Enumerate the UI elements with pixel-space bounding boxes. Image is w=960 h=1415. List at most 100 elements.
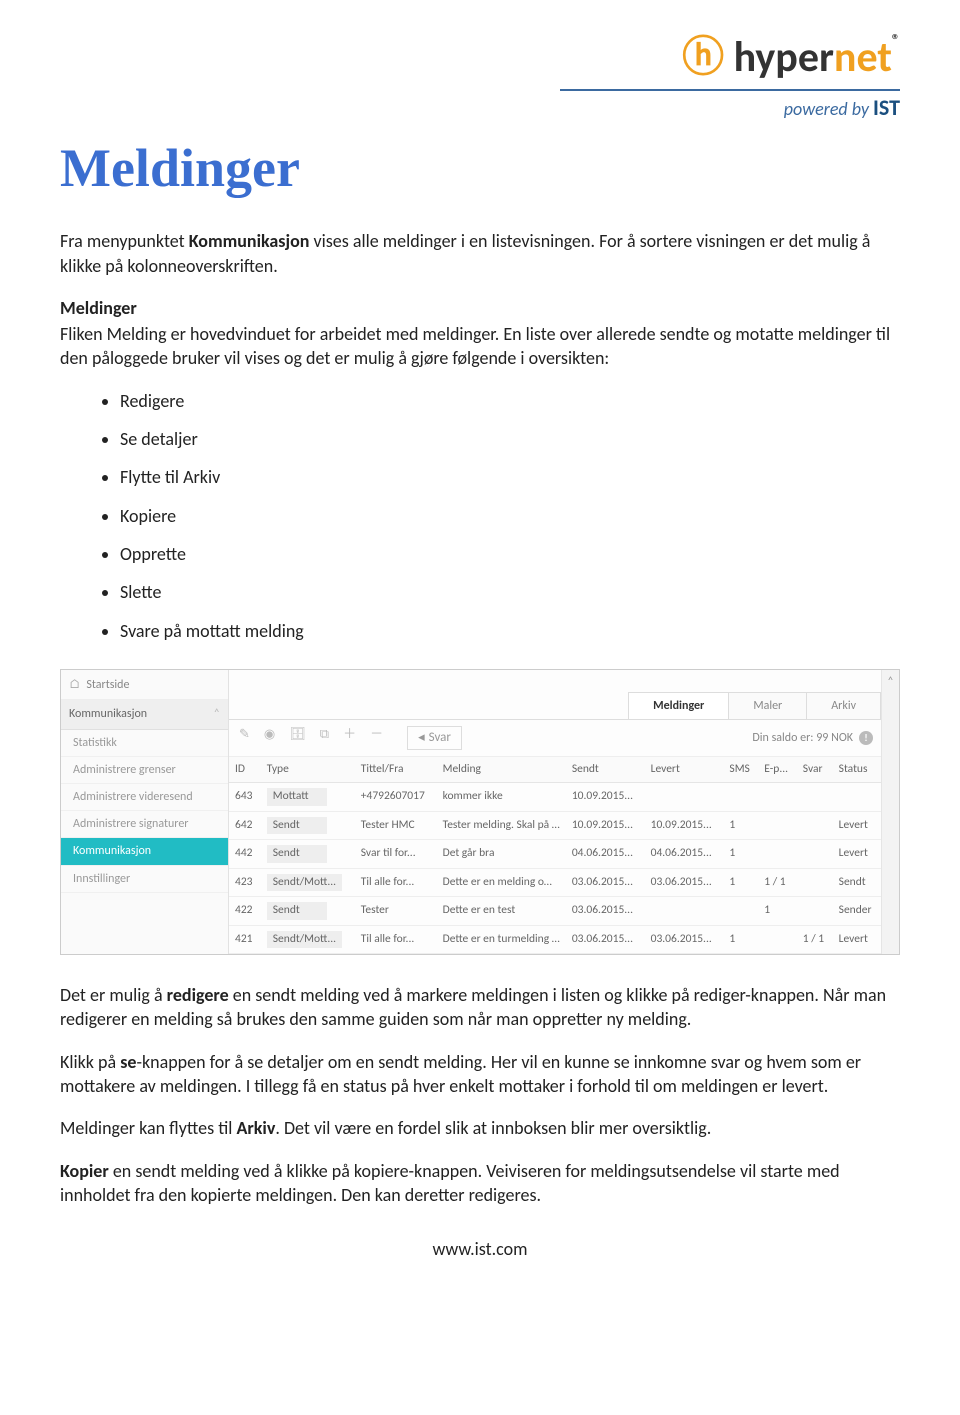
table-row[interactable]: 642SendtTester HMCTester melding. Skal p…	[229, 811, 881, 840]
table-cell: Tester	[355, 897, 437, 926]
column-header[interactable]: Svar	[797, 757, 833, 783]
table-cell: Dette er en turmelding en...	[437, 925, 566, 954]
column-header[interactable]: SMS	[723, 757, 758, 783]
column-header[interactable]: Levert	[645, 757, 724, 783]
table-cell: Svar til for...	[355, 840, 437, 869]
section-body: Fliken Melding er hovedvinduet for arbei…	[60, 322, 900, 371]
edit-icon[interactable]: ✎	[237, 726, 252, 750]
column-header[interactable]: Tittel/Fra	[355, 757, 437, 783]
table-cell: Levert	[833, 840, 881, 869]
toolbar: ✎ ◉ 🗄 ⧉ ＋ － ◂ Svar Din saldo er: 99 NOK …	[229, 720, 881, 757]
table-cell	[797, 840, 833, 869]
table-cell: 643	[229, 783, 261, 812]
table-cell: Til alle for...	[355, 925, 437, 954]
tabs-row: MeldingerMalerArkiv	[229, 670, 881, 720]
eye-icon[interactable]: ◉	[262, 726, 277, 750]
section-heading: Meldinger	[60, 296, 900, 320]
minus-icon[interactable]: －	[368, 726, 385, 750]
column-header[interactable]: Status	[833, 757, 881, 783]
table-cell: Det går bra	[437, 840, 566, 869]
table-cell: Sendt	[261, 897, 355, 926]
footer-url: www.ist.com	[60, 1237, 900, 1261]
table-row[interactable]: 442SendtSvar til for...Det går bra04.06.…	[229, 840, 881, 869]
table-cell: 642	[229, 811, 261, 840]
table-row[interactable]: 423Sendt/Mott...Til alle for...Dette er …	[229, 868, 881, 897]
archive-icon[interactable]: 🗄	[287, 726, 308, 750]
main-panel: MeldingerMalerArkiv ✎ ◉ 🗄 ⧉ ＋ － ◂ Svar D…	[229, 670, 881, 954]
column-header[interactable]: E-p...	[758, 757, 797, 783]
table-cell: Sendt	[261, 840, 355, 869]
table-cell	[797, 897, 833, 926]
copy-icon[interactable]: ⧉	[318, 726, 331, 750]
table-cell: 421	[229, 925, 261, 954]
table-cell: Levert	[833, 811, 881, 840]
table-cell	[645, 783, 724, 812]
table-cell	[797, 811, 833, 840]
sidebar-section-header[interactable]: Kommunikasjon ˄	[61, 700, 228, 729]
sidebar-item[interactable]: Innstillinger	[61, 866, 228, 893]
paragraph-redigere: Det er mulig å redigere en sendt melding…	[60, 983, 900, 1032]
logo-brand: ⓗ hypernet®	[60, 30, 900, 87]
table-cell: Sendt	[261, 811, 355, 840]
table-row[interactable]: 422SendtTesterDette er en test03.06.2015…	[229, 897, 881, 926]
table-cell: 10.09.2015...	[566, 811, 645, 840]
table-body: 643Mottatt+4792607017kommer ikke10.09.20…	[229, 783, 881, 954]
paragraph-kopier: Kopier en sendt melding ved å klikke på …	[60, 1159, 900, 1208]
tab[interactable]: Meldinger	[628, 692, 729, 719]
tab[interactable]: Arkiv	[806, 692, 881, 719]
chevron-up-icon: ˄	[214, 706, 220, 722]
table-cell	[758, 783, 797, 812]
table-cell: 1	[723, 811, 758, 840]
table-cell: Sendt/Mott...	[261, 925, 355, 954]
table-cell: 03.06.2015...	[566, 897, 645, 926]
table-cell: Mottatt	[261, 783, 355, 812]
reply-button[interactable]: ◂ Svar	[407, 726, 462, 750]
sidebar-home-label: Startside	[86, 677, 129, 693]
logo-area: ⓗ hypernet® powered by IST	[60, 30, 900, 122]
table-cell: 03.06.2015...	[645, 868, 724, 897]
table-header-row[interactable]: IDTypeTittel/FraMeldingSendtLevertSMSE-p…	[229, 757, 881, 783]
table-row[interactable]: 643Mottatt+4792607017kommer ikke10.09.20…	[229, 783, 881, 812]
table-cell: Levert	[833, 925, 881, 954]
column-header[interactable]: Sendt	[566, 757, 645, 783]
table-cell: Sender	[833, 897, 881, 926]
home-icon: ⌂	[69, 676, 80, 694]
sidebar-item[interactable]: Kommunikasjon	[61, 838, 228, 865]
table-cell: 442	[229, 840, 261, 869]
table-cell: 1 / 1	[758, 868, 797, 897]
reply-icon: ◂	[418, 729, 425, 747]
table-cell: 10.09.2015...	[645, 811, 724, 840]
table-cell	[758, 811, 797, 840]
actions-list: RedigereSe detaljerFlytte til ArkivKopie…	[120, 389, 900, 643]
table-cell	[645, 897, 724, 926]
table-cell: 423	[229, 868, 261, 897]
table-row[interactable]: 421Sendt/Mott...Til alle for...Dette er …	[229, 925, 881, 954]
column-header[interactable]: Melding	[437, 757, 566, 783]
table-cell	[723, 783, 758, 812]
table-cell: Dette er en test	[437, 897, 566, 926]
action-item: Svare på mottatt melding	[120, 619, 900, 643]
sidebar-item[interactable]: Administrere videresend	[61, 784, 228, 811]
column-header[interactable]: ID	[229, 757, 261, 783]
column-header[interactable]: Type	[261, 757, 355, 783]
table-cell: Sendt/Mott...	[261, 868, 355, 897]
sidebar-item[interactable]: Administrere signaturer	[61, 811, 228, 838]
tab[interactable]: Maler	[728, 692, 807, 719]
table-cell: 1	[723, 925, 758, 954]
sidebar-item[interactable]: Statistikk	[61, 730, 228, 757]
plus-icon[interactable]: ＋	[341, 726, 358, 750]
sidebar-item[interactable]: Administrere grenser	[61, 757, 228, 784]
alert-icon[interactable]: !	[859, 731, 873, 745]
app-screenshot: ⌂ Startside Kommunikasjon ˄ StatistikkAd…	[60, 669, 900, 955]
table-cell: 10.09.2015...	[566, 783, 645, 812]
table-cell: 1 / 1	[797, 925, 833, 954]
scrollbar[interactable]: ˄	[881, 670, 899, 954]
action-item: Kopiere	[120, 504, 900, 528]
sidebar-items: StatistikkAdministrere grenserAdministre…	[61, 730, 228, 893]
action-item: Flytte til Arkiv	[120, 465, 900, 489]
page-title: Meldinger	[60, 132, 900, 205]
sidebar-home[interactable]: ⌂ Startside	[61, 670, 228, 701]
paragraph-arkiv: Meldinger kan flyttes til Arkiv. Det vil…	[60, 1116, 900, 1140]
table-cell: Dette er en melding om tu...	[437, 868, 566, 897]
table-cell	[833, 783, 881, 812]
